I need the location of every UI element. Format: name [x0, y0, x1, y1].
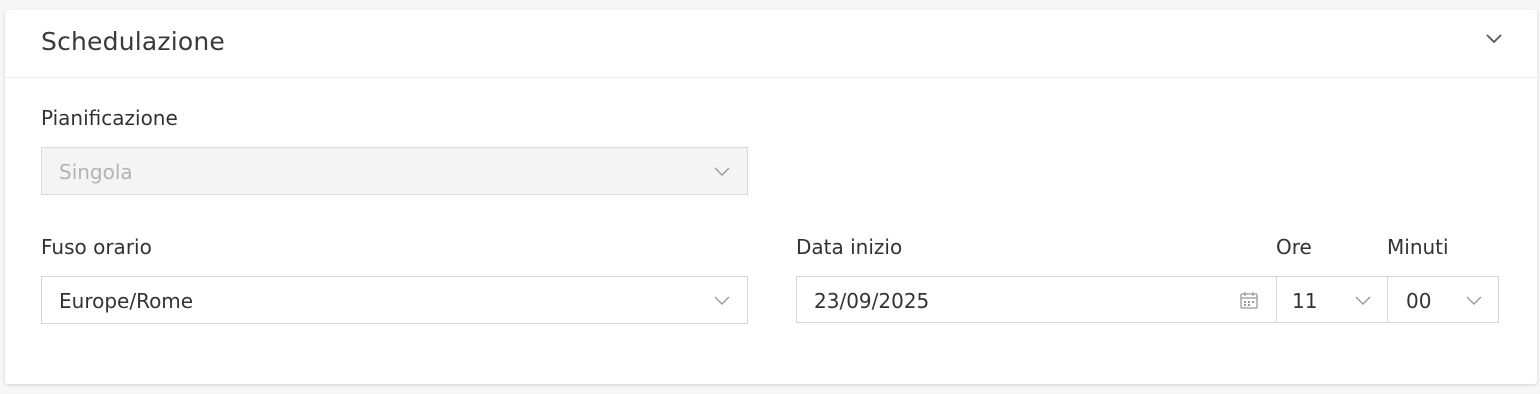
fuso-orario-select[interactable]: Europe/Rome — [41, 276, 748, 324]
ore-value: 11 — [1292, 289, 1318, 313]
minuti-value: 00 — [1406, 289, 1432, 313]
pianificazione-select[interactable]: Singola — [41, 147, 748, 195]
fuso-orario-value: Europe/Rome — [59, 289, 194, 313]
fuso-orario-label: Fuso orario — [41, 235, 152, 259]
data-inizio-input[interactable]: 23/09/2025 — [796, 276, 1277, 323]
panel-title: Schedulazione — [41, 27, 226, 56]
panel-header: Schedulazione — [5, 10, 1537, 78]
data-inizio-label: Data inizio — [796, 235, 903, 259]
pianificazione-label: Pianificazione — [41, 106, 178, 130]
chevron-down-icon — [1466, 296, 1482, 305]
collapse-button[interactable] — [1481, 28, 1507, 50]
chevron-down-icon — [1355, 296, 1371, 305]
calendar-icon[interactable] — [1239, 290, 1259, 310]
ore-select[interactable]: 11 — [1276, 276, 1388, 323]
minuti-label: Minuti — [1387, 235, 1449, 259]
scheduling-panel: Schedulazione Pianificazione Singola Fus… — [5, 10, 1537, 384]
minuti-select[interactable]: 00 — [1387, 276, 1499, 323]
data-inizio-value: 23/09/2025 — [814, 289, 930, 313]
ore-label: Ore — [1276, 235, 1312, 259]
chevron-down-icon — [714, 167, 730, 176]
pianificazione-value: Singola — [59, 160, 133, 184]
chevron-down-icon — [714, 296, 730, 305]
chevron-down-icon — [1486, 34, 1502, 44]
